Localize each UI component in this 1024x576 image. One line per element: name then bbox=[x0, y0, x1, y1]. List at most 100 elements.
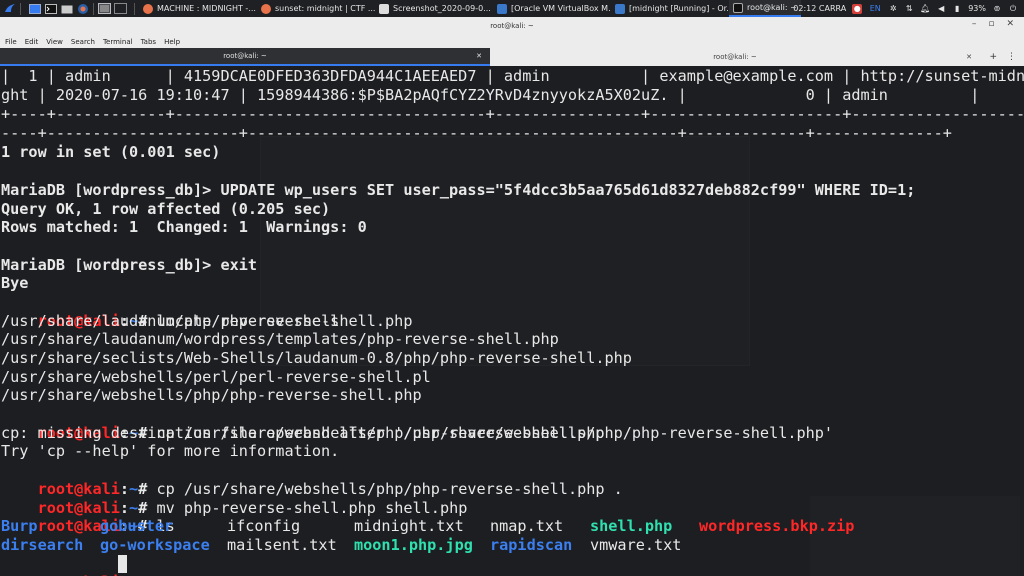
menu-help[interactable]: Help bbox=[164, 38, 180, 46]
ls-entry-dir: gobuster bbox=[100, 517, 174, 535]
sql-border-line: ----+---------------------+-------------… bbox=[1, 124, 952, 142]
panel-separator bbox=[20, 2, 21, 15]
ls-entry-dir: dirsearch bbox=[1, 536, 84, 554]
battery-percentage: 93% bbox=[968, 4, 986, 13]
workspace-2[interactable] bbox=[114, 3, 127, 14]
task-terminal[interactable]: root@kali: ~ bbox=[729, 0, 801, 17]
tab-controls: + ⋮ bbox=[989, 48, 1024, 66]
ls-entry-file: midnight.txt bbox=[354, 517, 464, 535]
task-virtualbox-manager[interactable]: [Oracle VM VirtualBox M... bbox=[493, 0, 611, 17]
task-sunset-midnight[interactable]: sunset: midnight | CTF ... bbox=[257, 0, 375, 17]
bye-message: Bye bbox=[1, 274, 29, 292]
minimize-icon[interactable]: – bbox=[972, 19, 977, 29]
menu-edit[interactable]: Edit bbox=[25, 38, 39, 46]
error-message: Try 'cp --help' for more information. bbox=[1, 442, 340, 460]
error-message: cp: missing destination file operand aft… bbox=[1, 424, 834, 442]
screen-recorder-icon[interactable]: ● bbox=[852, 3, 863, 14]
locate-result: /usr/share/seclists/Web-Shells/laudanum-… bbox=[1, 349, 632, 367]
ls-entry-dir: go-workspace bbox=[100, 536, 210, 554]
lock-screen-icon[interactable]: ⊚ bbox=[992, 4, 1002, 14]
sql-border-line: +----+------------+---------------------… bbox=[1, 105, 1024, 123]
menu-search[interactable]: Search bbox=[71, 38, 95, 46]
task-label: Screenshot_2020-09-0... bbox=[393, 4, 491, 13]
system-tray: 02:12 CARRA ● EN ✲ ⇅ 🔔︎ ◀ ▮ 93% ⊚ ⏻ bbox=[793, 0, 1024, 17]
command-text: mv php-reverse-shell.php shell.php bbox=[147, 499, 468, 517]
ls-entry-image: moon1.php.jpg bbox=[354, 536, 473, 554]
volume-icon[interactable]: ◀ bbox=[936, 4, 946, 14]
browser-launcher-icon[interactable] bbox=[76, 3, 89, 15]
battery-icon[interactable]: ▮ bbox=[952, 4, 962, 14]
sql-row-line: | 1 | admin | 4159DCAE0DFED363DFDA944C1A… bbox=[1, 67, 1024, 85]
tab-label: root@kali: ~ bbox=[223, 52, 267, 60]
terminal-output[interactable]: | 1 | admin | 4159DCAE0DFED363DFDA944C1A… bbox=[0, 66, 1024, 576]
tab-terminal-2[interactable]: root@kali: ~ ✕ bbox=[490, 48, 980, 66]
task-midnight-running[interactable]: [midnight [Running] - Or... bbox=[611, 0, 729, 17]
shell-prompt-line: root@kali:~# mv php-reverse-shell.php sh… bbox=[37, 499, 468, 517]
transparent-background-window bbox=[810, 496, 1020, 576]
locate-result: /usr/share/webshells/perl/perl-reverse-s… bbox=[1, 368, 431, 386]
sql-row-line: ght | 2020-07-16 19:10:47 | 1598944386:$… bbox=[1, 86, 980, 104]
task-label: MACHINE : MIDNIGHT -... bbox=[157, 4, 256, 13]
mariadb-update-command: MariaDB [wordpress_db]> UPDATE wp_users … bbox=[1, 181, 916, 199]
workspace-1[interactable] bbox=[98, 3, 111, 14]
chrome-icon bbox=[261, 3, 271, 14]
task-label: sunset: midnight | CTF ... bbox=[275, 4, 375, 13]
shell-prompt-line: root@kali:~# cp /usr/share/webshells/php… bbox=[37, 480, 623, 498]
file-manager-launcher-icon[interactable] bbox=[60, 3, 73, 15]
ls-entry-file: ifconfig bbox=[227, 517, 301, 535]
menu-tabs[interactable]: Tabs bbox=[141, 38, 157, 46]
tab-close-icon[interactable]: ✕ bbox=[476, 52, 482, 60]
menu-file[interactable]: File bbox=[5, 38, 17, 46]
terminal-icon bbox=[733, 2, 743, 13]
show-desktop-icon[interactable] bbox=[28, 3, 41, 15]
ls-entry-file: mailsent.txt bbox=[227, 536, 337, 554]
menu-terminal[interactable]: Terminal bbox=[103, 38, 133, 46]
menu-view[interactable]: View bbox=[46, 38, 63, 46]
query-result: Rows matched: 1 Changed: 1 Warnings: 0 bbox=[1, 218, 367, 236]
shell-prompt-line: root@kali:~# locate reverse-shell bbox=[37, 312, 340, 330]
kali-menu-icon[interactable] bbox=[3, 3, 16, 15]
task-label: [midnight [Running] - Or... bbox=[629, 4, 729, 13]
language-indicator[interactable]: EN bbox=[868, 4, 882, 14]
query-result: 1 row in set (0.001 sec) bbox=[1, 143, 221, 161]
updates-icon[interactable]: ✲ bbox=[888, 4, 898, 14]
tab-terminal-1[interactable]: root@kali: ~ ✕ bbox=[0, 48, 490, 66]
close-icon[interactable]: ✕ bbox=[1006, 19, 1014, 29]
panel-separator bbox=[93, 2, 94, 15]
task-label: [Oracle VM VirtualBox M... bbox=[511, 4, 611, 13]
shell-prompt-line: root@kali:~# cp /usr/share/webshells/php… bbox=[37, 424, 605, 442]
power-icon[interactable]: ⏻ bbox=[1008, 4, 1018, 14]
ls-entry-file: vmware.txt bbox=[590, 536, 682, 554]
task-screenshot[interactable]: Screenshot_2020-09-0... bbox=[375, 0, 493, 17]
ls-entry-archive: wordpress.bkp.zip bbox=[699, 517, 855, 535]
locate-result: /usr/share/webshells/php/php-reverse-she… bbox=[1, 386, 422, 404]
network-icon[interactable]: ⇅ bbox=[904, 4, 914, 14]
locate-result: /usr/share/laudanum/wordpress/templates/… bbox=[1, 330, 559, 348]
virtualbox-icon bbox=[615, 3, 625, 14]
tab-menu-icon[interactable]: ⋮ bbox=[1007, 52, 1016, 62]
tab-close-icon[interactable]: ✕ bbox=[966, 53, 972, 61]
tab-label: root@kali: ~ bbox=[713, 53, 757, 61]
locate-result: /usr/share/laudanum/php/php-reverse-shel… bbox=[1, 312, 413, 330]
top-panel: MACHINE : MIDNIGHT -... sunset: midnight… bbox=[0, 0, 1024, 17]
window-controls: – ▫ ✕ bbox=[972, 19, 1014, 29]
task-machine-midnight[interactable]: MACHINE : MIDNIGHT -... bbox=[139, 0, 257, 17]
clock[interactable]: 02:12 CARRA bbox=[793, 4, 846, 13]
notifications-icon[interactable]: 🔔︎ bbox=[920, 4, 930, 14]
terminal-launcher-icon[interactable] bbox=[44, 3, 57, 15]
new-tab-icon[interactable]: + bbox=[989, 52, 997, 62]
ls-entry-exec: shell.php bbox=[590, 517, 673, 535]
chrome-icon bbox=[143, 3, 153, 14]
tab-bar: root@kali: ~ ✕ root@kali: ~ ✕ + ⋮ bbox=[0, 48, 1024, 66]
shell-prompt-line: root@kali:~# ls bbox=[37, 517, 175, 535]
task-label: root@kali: ~ bbox=[747, 3, 797, 12]
terminal-cursor[interactable] bbox=[118, 555, 127, 573]
maximize-icon[interactable]: ▫ bbox=[988, 19, 994, 29]
ls-entry-dir: rapidscan bbox=[490, 536, 573, 554]
task-list: MACHINE : MIDNIGHT -... sunset: midnight… bbox=[139, 0, 801, 17]
menu-bar: File Edit View Search Terminal Tabs Help bbox=[0, 35, 1024, 48]
mariadb-exit-command: MariaDB [wordpress_db]> exit bbox=[1, 256, 258, 274]
window-titlebar[interactable]: root@kali: ~ – ▫ ✕ bbox=[0, 17, 1024, 35]
window-title: root@kali: ~ bbox=[490, 22, 534, 30]
image-viewer-icon bbox=[379, 3, 389, 14]
